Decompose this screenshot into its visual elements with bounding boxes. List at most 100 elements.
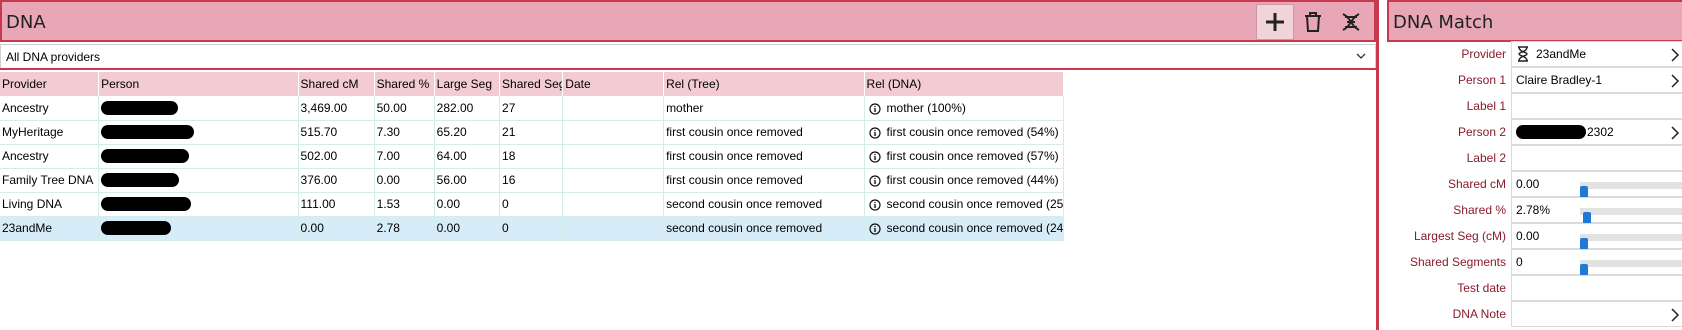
rel-dna-text: second cousin once removed (24 bbox=[886, 221, 1064, 235]
cell-large-seg: 282.00 bbox=[434, 96, 501, 121]
label2-field[interactable] bbox=[1511, 145, 1682, 171]
dna-panel-title: DNA bbox=[6, 12, 46, 33]
cell-shared-pct: 7.00 bbox=[374, 144, 435, 169]
info-icon[interactable] bbox=[868, 102, 881, 115]
label2-label: Label 2 bbox=[1466, 151, 1506, 165]
provider-filter-dropdown[interactable]: All DNA providers bbox=[0, 44, 1376, 69]
rel-dna-text: first cousin once removed (54%) bbox=[886, 125, 1059, 139]
trash-icon bbox=[1305, 12, 1321, 32]
rel-dna-text: second cousin once removed (25 bbox=[886, 197, 1064, 211]
cell-date bbox=[562, 192, 665, 217]
cell-provider: Living DNA bbox=[0, 192, 100, 217]
dna-tree-icon bbox=[1342, 13, 1360, 31]
cell-person bbox=[98, 120, 299, 145]
largest-seg-field[interactable]: 0.00 bbox=[1511, 223, 1682, 256]
info-icon[interactable] bbox=[868, 199, 881, 211]
redacted-name bbox=[101, 221, 172, 236]
cell-large-seg: 0.00 bbox=[434, 192, 501, 217]
shared-cm-slider[interactable] bbox=[1580, 182, 1682, 204]
cell-shared-pct: 0.00 bbox=[374, 168, 435, 193]
shared-cm-value: 0.00 bbox=[1516, 177, 1540, 191]
largest-seg-label: Largest Seg (cM) bbox=[1413, 229, 1506, 243]
dna-panel: DNA All DNA providers Provider Person Sh… bbox=[0, 0, 1376, 330]
cell-shared-seg: 16 bbox=[499, 168, 564, 193]
table-row-selected[interactable]: 23andMe 0.00 2.78 0.00 0 second cousin o… bbox=[0, 216, 1065, 241]
delete-match-button[interactable] bbox=[1294, 4, 1332, 40]
dna-tree-button[interactable] bbox=[1332, 4, 1370, 40]
dna-panel-header: DNA bbox=[0, 0, 1376, 42]
rel-dna-text: mother (100%) bbox=[886, 100, 966, 115]
column-header-person[interactable]: Person bbox=[98, 72, 299, 96]
column-header-shared-cm[interactable]: Shared cM bbox=[298, 72, 375, 96]
person2-label: Person 2 bbox=[1457, 125, 1506, 139]
info-icon[interactable] bbox=[868, 223, 881, 235]
column-header-large-seg[interactable]: Large Seg bbox=[434, 72, 501, 96]
test-date-field[interactable] bbox=[1511, 275, 1682, 301]
info-icon[interactable] bbox=[868, 151, 881, 163]
shared-segments-field[interactable]: 0 bbox=[1511, 249, 1682, 282]
redacted-name bbox=[101, 125, 195, 140]
person2-field[interactable]: 2302 bbox=[1511, 119, 1682, 145]
table-row[interactable]: Ancestry 3,469.00 50.00 282.00 27 mother… bbox=[0, 96, 1065, 121]
table-header-row: Provider Person Shared cM Shared % Large… bbox=[0, 72, 1065, 96]
chevron-right-icon[interactable] bbox=[1670, 308, 1680, 322]
cell-date bbox=[562, 120, 665, 145]
cell-date bbox=[562, 144, 665, 169]
cell-person bbox=[98, 144, 299, 169]
person1-field[interactable]: Claire Bradley-1 bbox=[1511, 67, 1682, 93]
cell-large-seg: 64.00 bbox=[434, 144, 501, 169]
cell-large-seg: 56.00 bbox=[434, 168, 501, 193]
provider-label: Provider bbox=[1461, 47, 1506, 61]
provider-field[interactable]: 23andMe bbox=[1511, 41, 1682, 67]
person2-row: Person 2 2302 bbox=[1387, 119, 1682, 145]
info-icon[interactable] bbox=[868, 127, 881, 139]
cell-rel-dna: second cousin once removed (25 bbox=[864, 192, 1065, 217]
cell-shared-seg: 18 bbox=[499, 144, 564, 169]
table-row[interactable]: Family Tree DNA 376.00 0.00 56.00 16 fir… bbox=[0, 168, 1065, 193]
table-row[interactable]: Living DNA 111.00 1.53 0.00 0 second cou… bbox=[0, 192, 1065, 217]
person1-row: Person 1 Claire Bradley-1 bbox=[1387, 67, 1682, 93]
info-icon[interactable] bbox=[868, 175, 881, 187]
dna-note-row: DNA Note bbox=[1387, 301, 1682, 327]
chevron-right-icon[interactable] bbox=[1670, 48, 1680, 62]
shared-pct-field[interactable]: 2.78% bbox=[1511, 197, 1682, 230]
largest-seg-value: 0.00 bbox=[1516, 229, 1540, 243]
cell-rel-tree: first cousin once removed bbox=[663, 120, 865, 145]
shared-segments-slider[interactable] bbox=[1580, 260, 1682, 282]
cell-rel-dna: first cousin once removed (44%) bbox=[864, 168, 1065, 193]
redacted-name bbox=[101, 149, 190, 164]
redacted-name bbox=[1516, 125, 1586, 139]
column-header-provider[interactable]: Provider bbox=[0, 72, 100, 96]
chevron-down-icon bbox=[1356, 53, 1366, 59]
column-header-date[interactable]: Date bbox=[562, 72, 665, 96]
cell-person bbox=[98, 192, 299, 217]
column-header-rel-dna[interactable]: Rel (DNA) bbox=[864, 72, 1065, 96]
provider-filter-value: All DNA providers bbox=[6, 49, 101, 64]
chevron-right-icon[interactable] bbox=[1670, 126, 1680, 140]
dna-match-header: DNA Match bbox=[1387, 0, 1682, 42]
shared-cm-label: Shared cM bbox=[1447, 177, 1506, 191]
cell-shared-pct: 7.30 bbox=[374, 120, 435, 145]
cell-provider: Family Tree DNA bbox=[0, 168, 100, 193]
cell-shared-cm: 502.00 bbox=[298, 144, 375, 169]
largest-seg-row: Largest Seg (cM) 0.00 bbox=[1387, 223, 1682, 256]
table-row[interactable]: Ancestry 502.00 7.00 64.00 18 first cous… bbox=[0, 144, 1065, 169]
chevron-right-icon[interactable] bbox=[1670, 74, 1680, 88]
panel-splitter[interactable] bbox=[1376, 0, 1379, 330]
redacted-name bbox=[101, 173, 180, 188]
add-match-button[interactable] bbox=[1256, 4, 1294, 40]
label1-field[interactable] bbox=[1511, 93, 1682, 119]
test-date-label: Test date bbox=[1457, 281, 1506, 295]
cell-shared-pct: 50.00 bbox=[374, 96, 435, 121]
rel-dna-text: first cousin once removed (44%) bbox=[886, 173, 1059, 187]
cell-shared-seg: 0 bbox=[499, 192, 564, 217]
column-header-rel-tree[interactable]: Rel (Tree) bbox=[663, 72, 865, 96]
table-row[interactable]: MyHeritage 515.70 7.30 65.20 21 first co… bbox=[0, 120, 1065, 145]
cell-provider: MyHeritage bbox=[0, 120, 100, 145]
largest-seg-slider[interactable] bbox=[1580, 234, 1682, 256]
shared-cm-field[interactable]: 0.00 bbox=[1511, 171, 1682, 204]
dna-note-field[interactable] bbox=[1511, 301, 1682, 327]
shared-pct-slider[interactable] bbox=[1580, 208, 1682, 230]
column-header-shared-pct[interactable]: Shared % bbox=[374, 72, 435, 96]
column-header-shared-seg[interactable]: Shared Seg bbox=[499, 72, 564, 96]
